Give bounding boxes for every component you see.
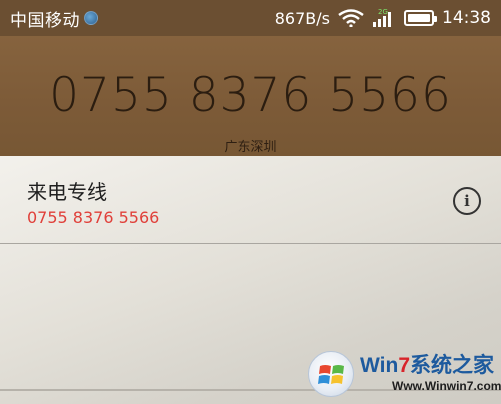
caller-header: 0755 8376 5566 广东深圳 [0,36,501,156]
clock: 14:38 [442,8,491,28]
watermark-url: Www.Winwin7.com [392,379,501,393]
wifi-icon [338,9,364,27]
watermark-brand: Win7系统之家 [360,349,494,379]
signal-icon: 2G [372,8,396,28]
globe-icon [84,11,98,25]
status-right: 867B/s 2G 14:38 [275,8,491,28]
watermark-brand-seven: 7 [398,354,410,377]
caller-entry-number: 0755 8376 5566 [27,208,160,227]
watermark-brand-suffix: 系统之家 [410,354,494,377]
network-speed: 867B/s [274,8,330,28]
watermark-brand-prefix: Win [360,354,399,377]
caller-location: 广东深圳 [224,140,277,155]
caller-entry-name: 来电专线 [27,180,107,204]
info-button[interactable]: i [453,187,481,215]
windows-logo-icon [308,351,354,397]
watermark: Win7系统之家 Www.Winwin7.com [308,347,501,401]
network-type: 2G [378,8,388,16]
carrier-name: 中国移动 [10,10,80,31]
status-bar: 中国移动 867B/s 2G 14:38 [0,0,501,36]
caller-number-large: 0755 8376 5566 [49,68,452,123]
caller-entry[interactable]: 来电专线 0755 8376 5566 i [0,156,501,244]
status-left: 中国移动 [10,6,98,31]
battery-icon [404,10,437,26]
battery-fill [408,14,430,22]
info-icon: i [464,192,470,210]
